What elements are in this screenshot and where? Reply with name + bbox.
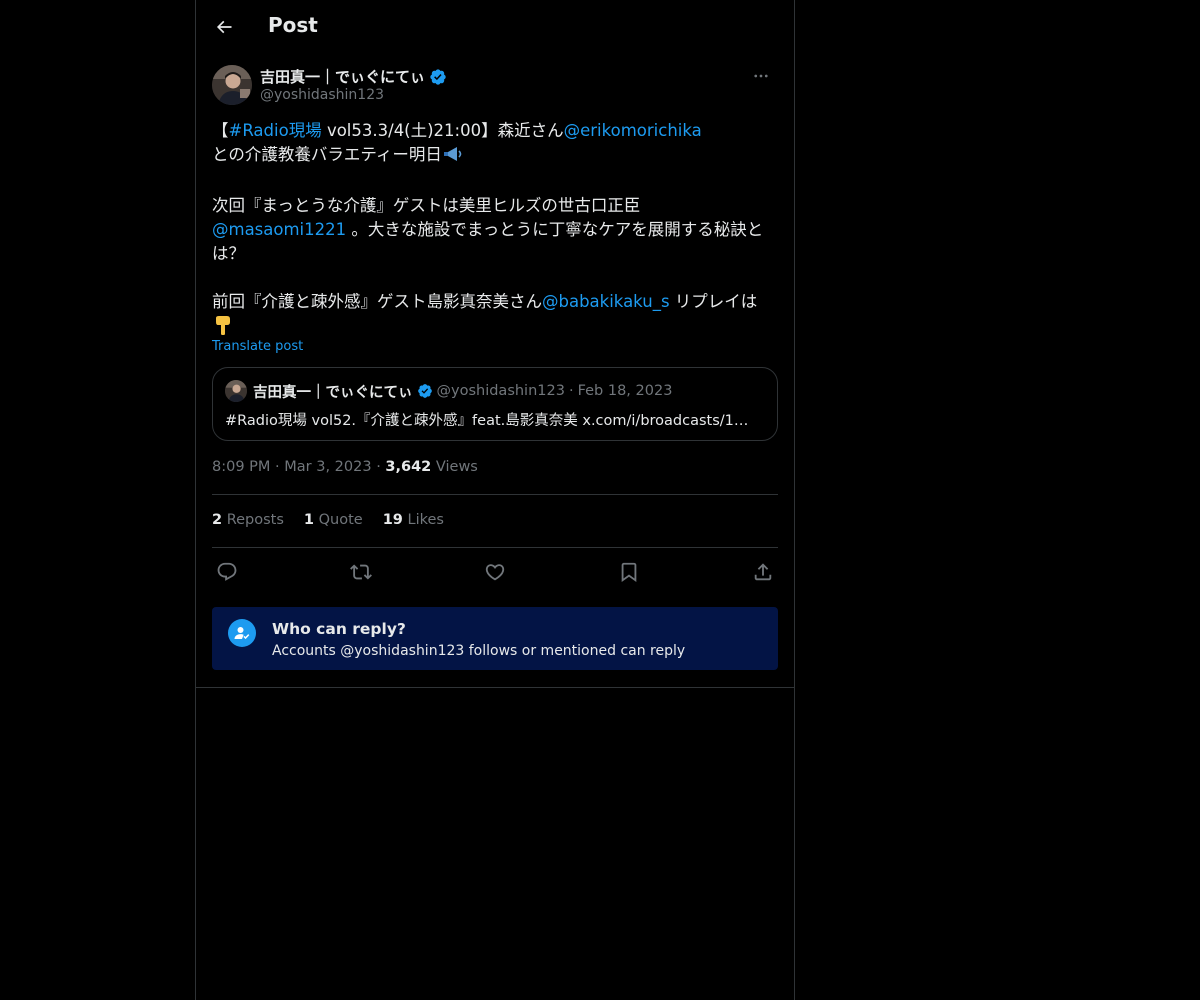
reply-icon <box>217 562 237 581</box>
quoted-author-handle: @yoshidashin123 <box>436 383 565 399</box>
user-check-icon <box>228 619 256 647</box>
post-text-segment: は？ <box>212 244 245 263</box>
more-options-button[interactable] <box>744 64 778 88</box>
post-author: 吉田真一｜でぃぐにてぃ @yoshidashin123 <box>212 64 778 108</box>
like-button[interactable] <box>480 558 510 586</box>
reposts-count: 2 <box>212 512 223 528</box>
likes-label: Likes <box>402 512 444 528</box>
back-button[interactable] <box>206 9 242 45</box>
quoted-post-header: 吉田真一｜でぃぐにてぃ @yoshidashin123 · Feb 18, 20… <box>225 380 672 402</box>
page-title: Post <box>268 13 318 37</box>
post-text-segment: 。大きな施設でまっとうに丁寧なケアを展開する秘訣と <box>346 220 764 239</box>
bookmark-icon <box>621 562 637 583</box>
hashtag-link[interactable]: #Radio現場 <box>229 121 322 140</box>
quoted-post[interactable]: 吉田真一｜でぃぐにてぃ @yoshidashin123 · Feb 18, 20… <box>212 367 778 441</box>
reposts-stat[interactable]: 2 Reposts <box>212 512 284 528</box>
repost-button[interactable] <box>346 558 376 586</box>
post-meta: 8:09 PM · Mar 3, 2023 · 3,642 Views <box>212 459 478 475</box>
avatar[interactable] <box>212 65 252 105</box>
share-icon <box>754 563 772 581</box>
post-text-segment: リプレイは <box>669 292 758 311</box>
post-text-line: は？ <box>212 242 778 266</box>
quoted-date: Feb 18, 2023 <box>577 383 673 399</box>
mention-link[interactable]: @erikomorichika <box>564 121 702 140</box>
translate-post-link[interactable]: Translate post <box>212 339 303 354</box>
verified-badge-icon <box>430 68 446 85</box>
post-time[interactable]: 8:09 PM <box>212 459 270 475</box>
quoted-separator: · <box>568 383 574 399</box>
heart-icon <box>485 564 505 581</box>
post-text-segment: vol53.3/4(土)21:00】森近さん <box>321 121 564 140</box>
likes-count: 19 <box>382 512 403 528</box>
post-text-segment: 前回『介護と疎外感』ゲスト島影真奈美さん <box>212 292 542 311</box>
meta-separator: · <box>376 459 381 475</box>
meta-separator: · <box>275 459 280 475</box>
post-text: 【#Radio現場 vol53.3/4(土)21:00】森近さん@erikomo… <box>212 119 778 343</box>
author-name-row: 吉田真一｜でぃぐにてぃ <box>260 66 447 87</box>
who-can-reply-title: Who can reply? <box>272 620 406 638</box>
likes-stat[interactable]: 19 Likes <box>383 512 444 528</box>
mention-link[interactable]: @babakikaku_s <box>542 292 670 311</box>
mention-link[interactable]: @masaomi1221 <box>212 220 346 239</box>
post-text-segment: 【 <box>212 121 229 140</box>
post-text-segment: との介護教養バラエティー明日 <box>212 145 442 164</box>
post-text-line: との介護教養バラエティー明日 <box>212 143 778 170</box>
verified-badge-icon <box>417 384 432 398</box>
author-name[interactable]: 吉田真一｜でぃぐにてぃ <box>260 66 425 87</box>
post-text-segment: 次回『まっとうな介護』ゲストは美里ヒルズの世古口正臣 <box>212 196 641 215</box>
who-can-reply-box: Who can reply? Accounts @yoshidashin123 … <box>212 607 778 670</box>
post-text-line: 前回『介護と疎外感』ゲスト島影真奈美さん@babakikaku_s リプレイは <box>212 290 778 314</box>
views-count: 3,642 <box>385 459 432 475</box>
divider <box>212 547 778 548</box>
post-text-line: 【#Radio現場 vol53.3/4(土)21:00】森近さん@erikomo… <box>212 119 778 143</box>
quotes-label: Quote <box>314 512 363 528</box>
header: Post <box>196 0 794 54</box>
megaphone-icon <box>442 145 464 170</box>
arrow-left-icon <box>216 20 232 34</box>
engagement-stats: 2 Reposts 1 Quote 19 Likes <box>212 512 444 528</box>
post-text-line <box>212 170 778 194</box>
quoted-author-name: 吉田真一｜でぃぐにてぃ <box>253 384 413 401</box>
action-bar <box>212 558 778 586</box>
bookmark-button[interactable] <box>614 558 644 586</box>
divider <box>212 494 778 495</box>
quoted-post-text: #Radio現場 vol52.『介護と疎外感』feat.島影真奈美 x.com/… <box>225 413 749 429</box>
who-can-reply-subtitle: Accounts @yoshidashin123 follows or ment… <box>272 643 686 659</box>
author-handle[interactable]: @yoshidashin123 <box>260 87 384 103</box>
views-label: Views <box>431 459 478 475</box>
quoted-avatar <box>225 380 247 402</box>
post-date[interactable]: Mar 3, 2023 <box>284 459 371 475</box>
repost-icon <box>350 564 372 580</box>
reply-button[interactable] <box>212 558 242 586</box>
more-horizontal-icon <box>754 74 768 78</box>
share-button[interactable] <box>748 558 778 586</box>
avatar-image <box>212 65 252 105</box>
divider <box>196 687 794 688</box>
reposts-label: Reposts <box>222 512 284 528</box>
post-text-line <box>212 266 778 290</box>
post-text-line: @masaomi1221 。大きな施設でまっとうに丁寧なケアを展開する秘訣と <box>212 218 778 242</box>
quotes-stat[interactable]: 1 Quote <box>304 512 363 528</box>
quotes-count: 1 <box>303 512 315 528</box>
post-text-line: 次回『まっとうな介護』ゲストは美里ヒルズの世古口正臣 <box>212 194 778 218</box>
main-column: Post 吉田真一｜でぃぐにてぃ @yoshidashin123 【#Radio… <box>195 0 795 1000</box>
